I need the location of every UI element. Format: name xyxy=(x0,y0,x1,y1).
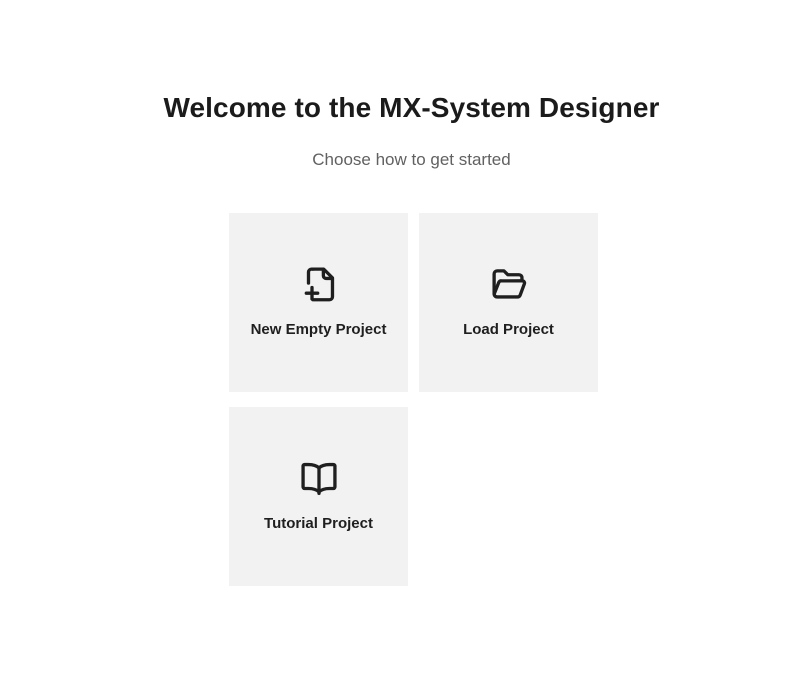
welcome-screen: Welcome to the MX-System Designer Choose… xyxy=(0,0,785,679)
page-subtitle: Choose how to get started xyxy=(312,150,511,169)
new-empty-project-button[interactable]: New Empty Project xyxy=(229,213,408,392)
load-project-label: Load Project xyxy=(463,321,554,338)
tutorial-project-label: Tutorial Project xyxy=(264,515,373,532)
page-title: Welcome to the MX-System Designer xyxy=(163,92,660,123)
book-open-icon xyxy=(298,457,340,499)
new-empty-project-label: New Empty Project xyxy=(250,321,387,338)
load-project-button[interactable]: Load Project xyxy=(419,213,598,392)
tutorial-project-button[interactable]: Tutorial Project xyxy=(229,407,408,586)
folder-open-icon xyxy=(488,263,530,305)
document-add-icon xyxy=(298,263,340,305)
